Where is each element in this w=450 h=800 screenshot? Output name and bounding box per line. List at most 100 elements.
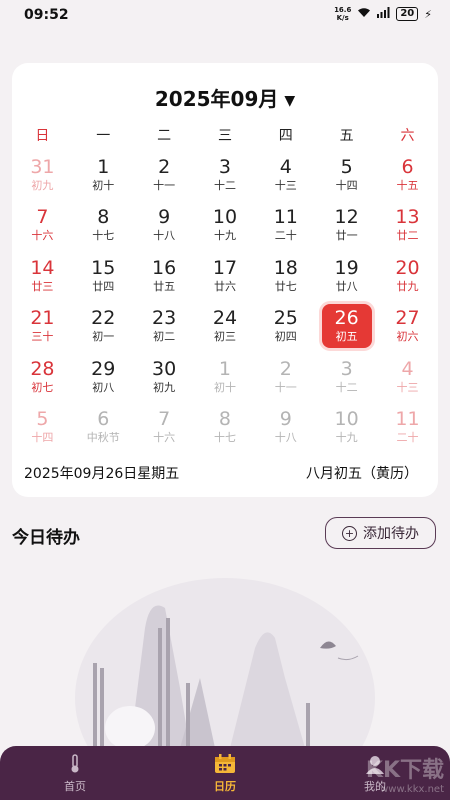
day-number: 11 — [273, 206, 298, 228]
day-box: 27 初六 — [382, 304, 432, 348]
day-number: 25 — [273, 307, 298, 329]
day-box: 6 十五 — [382, 152, 432, 196]
lunar-date: 二十 — [396, 431, 419, 444]
tab-home[interactable]: 首页 — [0, 746, 150, 800]
day-number: 27 — [395, 307, 420, 329]
calendar-day[interactable]: 30 初九 — [134, 354, 195, 405]
lunar-date: 初四 — [274, 330, 297, 343]
calendar-week-row: 5 十四 6 中秋节 7 十六 8 十七 9 十八 10 十九 11 二十 — [12, 405, 438, 456]
calendar-week-row: 31 初九 1 初十 2 十一 3 十二 4 十三 5 十四 6 十五 — [12, 152, 438, 203]
lunar-date: 十五 — [396, 178, 419, 192]
day-box: 2 十一 — [139, 152, 189, 196]
day-box: 28 初七 — [17, 354, 67, 398]
lunar-date: 初九 — [153, 380, 176, 394]
lunar-date: 十三 — [274, 178, 297, 192]
calendar-day[interactable]: 9 十八 — [255, 405, 316, 456]
day-number: 28 — [30, 357, 55, 380]
day-box: 29 初八 — [78, 354, 128, 398]
calendar-day[interactable]: 1 初十 — [195, 354, 256, 405]
lunar-date: 十二 — [213, 178, 236, 192]
lunar-date: 十七 — [92, 229, 115, 242]
day-number: 16 — [152, 256, 177, 279]
day-box: 7 十六 — [17, 203, 67, 247]
calendar-day[interactable]: 31 初九 — [12, 152, 73, 203]
calendar-day[interactable]: 10 十九 — [316, 405, 377, 456]
calendar-day[interactable]: 29 初八 — [73, 354, 134, 405]
day-box: 9 十八 — [139, 203, 189, 247]
lunar-date: 十六 — [153, 431, 176, 444]
calendar-day-selected[interactable]: 26 初五 — [316, 303, 377, 355]
day-number: 3 — [340, 357, 353, 380]
calendar-day[interactable]: 17 廿六 — [195, 253, 256, 304]
calendar-day[interactable]: 7 十六 — [134, 405, 195, 456]
weekday-header: 日 一 二 三 四 五 六 — [12, 118, 438, 152]
calendar-day[interactable]: 4 十三 — [377, 354, 438, 405]
day-box: 14 廿三 — [17, 253, 67, 297]
calendar-weeks: 31 初九 1 初十 2 十一 3 十二 4 十三 5 十四 6 十五 7 十六 8 十七 9 十八 10 十九 11 二十 1… — [12, 152, 438, 455]
calendar-day[interactable]: 8 十七 — [195, 405, 256, 456]
calendar-day[interactable]: 27 初六 — [377, 304, 438, 355]
calendar-day[interactable]: 11 二十 — [377, 405, 438, 456]
charging-icon: ⚡ — [424, 7, 432, 21]
day-number: 11 — [395, 408, 420, 430]
calendar-day[interactable]: 14 廿三 — [12, 253, 73, 304]
add-todo-button[interactable]: + 添加待办 — [325, 517, 436, 549]
selected-lunar-date[interactable]: 八月初五（黄历） — [306, 463, 418, 483]
calendar-day[interactable]: 15 廿四 — [73, 253, 134, 304]
calendar-day[interactable]: 16 廿五 — [134, 253, 195, 304]
lunar-date: 廿三 — [31, 279, 54, 293]
day-number: 15 — [91, 256, 116, 279]
calendar-day[interactable]: 22 初一 — [73, 304, 134, 355]
lunar-date: 中秋节 — [86, 431, 120, 444]
calendar-day[interactable]: 18 廿七 — [255, 253, 316, 304]
calendar-day[interactable]: 2 十一 — [255, 354, 316, 405]
day-number: 5 — [340, 155, 353, 178]
network-speed: 16.6 K/s — [334, 6, 352, 22]
lunar-date: 廿五 — [153, 279, 176, 293]
calendar-day[interactable]: 3 十二 — [195, 152, 256, 203]
calendar-day[interactable]: 13 廿二 — [377, 203, 438, 254]
caret-down-icon: ▼ — [284, 92, 296, 109]
calendar-day[interactable]: 20 廿九 — [377, 253, 438, 304]
calendar-day[interactable]: 7 十六 — [12, 203, 73, 254]
month-picker[interactable]: 2025年09月 ▼ — [12, 83, 438, 112]
calendar-day[interactable]: 11 二十 — [255, 203, 316, 254]
day-box: 26 初五 — [321, 303, 372, 348]
calendar-day[interactable]: 21 三十 — [12, 304, 73, 355]
selected-date: 2025年09月26日星期五 — [24, 466, 180, 482]
calendar-day[interactable]: 1 初十 — [73, 152, 134, 203]
calendar-icon — [214, 753, 236, 775]
day-box: 21 三十 — [17, 304, 67, 348]
day-number: 10 — [212, 206, 238, 228]
calendar-day[interactable]: 5 十四 — [12, 405, 73, 456]
day-number: 12 — [334, 206, 359, 228]
calendar-day[interactable]: 25 初四 — [255, 304, 316, 355]
empty-state-illustration — [75, 578, 375, 748]
day-box: 10 十九 — [322, 405, 372, 449]
calendar-day[interactable]: 9 十八 — [134, 203, 195, 254]
calendar-day[interactable]: 5 十四 — [316, 152, 377, 203]
calendar-day[interactable]: 3 十二 — [316, 354, 377, 405]
calendar-day[interactable]: 6 中秋节 — [73, 405, 134, 456]
day-number: 9 — [158, 206, 171, 228]
calendar-day[interactable]: 6 十五 — [377, 152, 438, 203]
calendar-day[interactable]: 23 初二 — [134, 304, 195, 355]
lunar-date: 十二 — [335, 380, 358, 394]
tab-home-label: 首页 — [64, 779, 86, 793]
calendar-day[interactable]: 28 初七 — [12, 354, 73, 405]
lunar-date: 十八 — [153, 229, 176, 242]
calendar-day[interactable]: 19 廿八 — [316, 253, 377, 304]
calendar-day[interactable]: 12 廿一 — [316, 203, 377, 254]
calendar-day[interactable]: 4 十三 — [255, 152, 316, 203]
status-time: 09:52 — [24, 7, 69, 23]
calendar-day[interactable]: 10 十九 — [195, 203, 256, 254]
day-number: 1 — [97, 155, 110, 178]
calendar-day[interactable]: 2 十一 — [134, 152, 195, 203]
calendar-day[interactable]: 24 初三 — [195, 304, 256, 355]
calendar-day[interactable]: 8 十七 — [73, 203, 134, 254]
status-icons: 16.6 K/s 20 ⚡ — [334, 6, 432, 22]
tab-calendar[interactable]: 日历 — [150, 746, 300, 800]
day-box: 18 廿七 — [261, 253, 311, 297]
day-box: 4 十三 — [261, 152, 311, 196]
thermometer-icon — [64, 753, 86, 775]
